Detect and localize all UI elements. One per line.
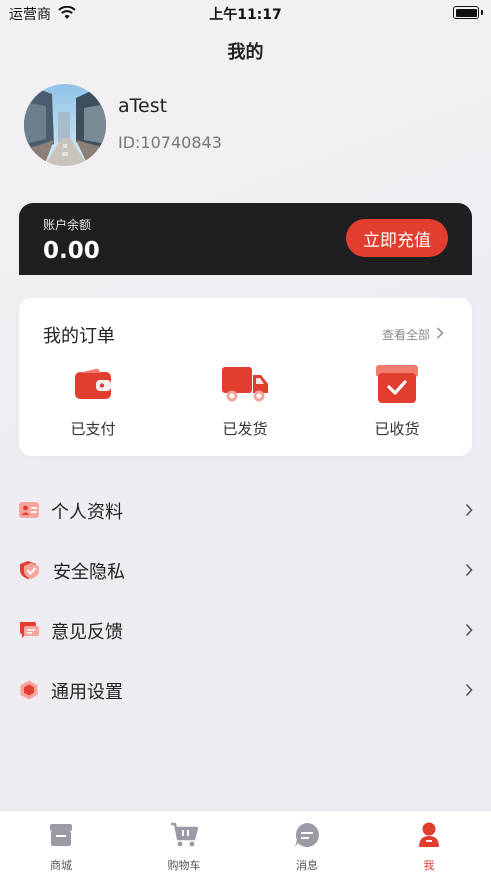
feedback-icon [19,620,39,640]
tab-messages[interactable]: 消息 [262,821,352,873]
order-status-received-label: 已收货 [374,420,420,438]
recharge-button[interactable]: 立即充值 [346,219,448,257]
clock: 上午11:17 [209,7,282,23]
avatar[interactable] [24,84,106,166]
settings-menu: 个人资料 安全隐私 意见反馈 通用设置 [0,480,491,720]
shield-icon [19,560,39,580]
username: aTest [118,95,168,117]
status-bar: 运营商 上午11:17 [0,0,491,26]
bottom-tab-bar: 商城 购物车 消息 我 [0,810,491,877]
message-icon [262,821,352,849]
order-status-paid[interactable]: 已支付 [48,362,138,439]
page-title: 我的 [227,42,264,63]
truck-icon [200,362,290,406]
view-all-orders-link[interactable]: 查看全部 [382,326,444,343]
menu-item-security[interactable]: 安全隐私 [0,540,491,600]
order-status-paid-label: 已支付 [70,420,116,438]
settings-hexagon-icon [19,680,39,700]
battery-tip [481,10,483,15]
received-box-icon [352,362,442,406]
orders-card: 我的订单 查看全部 已支付 已发货 已收货 [19,298,472,456]
chevron-right-icon [436,327,444,342]
chevron-right-icon [465,622,473,641]
menu-item-general-settings-label: 通用设置 [51,682,123,703]
menu-item-feedback-label: 意见反馈 [51,622,123,643]
orders-title: 我的订单 [43,326,115,347]
tab-store-label: 商城 [50,859,72,872]
tab-cart[interactable]: 购物车 [139,821,229,873]
battery-icon [453,6,479,19]
balance-label: 账户余额 [43,218,92,232]
chevron-right-icon [465,682,473,701]
chevron-right-icon [465,502,473,521]
menu-item-security-label: 安全隐私 [53,562,125,583]
order-status-shipped-label: 已发货 [222,420,268,438]
tab-messages-label: 消息 [296,859,318,872]
balance-card: 账户余额 0.00 立即充值 [19,203,472,275]
profile-card-icon [19,500,39,520]
cart-icon [139,821,229,849]
tab-store[interactable]: 商城 [16,821,106,873]
tab-cart-label: 购物车 [167,859,201,872]
menu-item-profile-label: 个人资料 [51,502,123,523]
order-status-received[interactable]: 已收货 [352,362,442,439]
user-id: ID:10740843 [118,133,222,152]
wallet-icon [48,362,138,406]
tab-me[interactable]: 我 [384,821,474,873]
order-status-shipped[interactable]: 已发货 [200,362,290,439]
chevron-right-icon [465,562,473,581]
menu-item-profile[interactable]: 个人资料 [0,480,491,540]
menu-item-feedback[interactable]: 意见反馈 [0,600,491,660]
menu-item-general-settings[interactable]: 通用设置 [0,660,491,720]
balance-value: 0.00 [43,238,100,264]
store-icon [16,821,106,849]
view-all-label: 查看全部 [381,328,430,342]
tab-me-label: 我 [423,859,435,872]
person-icon [384,821,474,849]
